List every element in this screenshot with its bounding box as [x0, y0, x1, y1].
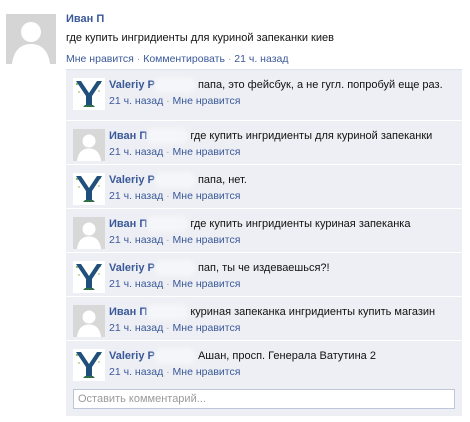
comment-like-link[interactable]: Мне нравится: [173, 366, 241, 378]
separator-dot: ·: [166, 322, 170, 334]
comment-text: пап, ты че издеваешься?!: [197, 262, 330, 274]
comment-text: где купить ингридиенты куриная запеканка: [190, 218, 411, 230]
comment-text: куриная запеканка ингридиенты купить маг…: [190, 306, 436, 318]
comment-author[interactable]: Valeriy P: [109, 350, 155, 362]
comment-author[interactable]: Valeriy P: [109, 174, 155, 186]
comment-avatar[interactable]: [73, 261, 105, 293]
comment-avatar[interactable]: [73, 129, 105, 161]
person-silhouette-icon: [73, 217, 105, 249]
tree-logo-icon: [73, 78, 105, 110]
separator-dot: ·: [166, 146, 170, 158]
comment-item: Valeriy P папа, это фейсбук, а не гугл. …: [66, 69, 462, 121]
tree-logo-icon: [73, 261, 105, 293]
comment-author[interactable]: Иван П: [109, 130, 147, 142]
comment-content: Иван П где купить ингридиенты куриная за…: [109, 217, 456, 231]
comment-item: Иван П где купить ингридиенты для курино…: [66, 121, 462, 165]
separator-dot: ·: [166, 366, 170, 378]
comment-timestamp[interactable]: 21 ч. назад: [109, 234, 163, 246]
comment-body: Иван П где купить ингридиенты куриная за…: [109, 217, 456, 246]
comment-content: Valeriy P Ашан, просп. Генерала Ватутина…: [109, 349, 456, 363]
post-meta: Мне нравится · Комментировать · 21 ч. на…: [66, 53, 288, 65]
comment-timestamp[interactable]: 21 ч. назад: [109, 322, 163, 334]
comment-timestamp[interactable]: 21 ч. назад: [109, 278, 163, 290]
comment-timestamp[interactable]: 21 ч. назад: [109, 366, 163, 378]
tree-logo-icon: [73, 173, 105, 205]
comment-avatar[interactable]: [73, 305, 105, 337]
comment-author[interactable]: Иван П: [109, 306, 147, 318]
comment-content: Valeriy P папа, нет.: [109, 173, 456, 187]
comment-meta: 21 ч. назад · Мне нравится: [109, 95, 456, 107]
separator-dot: ·: [227, 53, 232, 65]
comment-timestamp[interactable]: 21 ч. назад: [109, 146, 163, 158]
comment-input[interactable]: Оставить комментарий...: [73, 389, 455, 409]
tree-logo-icon: [73, 349, 105, 381]
comment-avatar[interactable]: [73, 217, 105, 249]
comment-content: Иван П где купить ингридиенты для курино…: [109, 129, 456, 143]
comment-author[interactable]: Valeriy P: [109, 79, 155, 91]
comment-body: Valeriy P папа, это фейсбук, а не гугл. …: [109, 78, 456, 107]
comment-meta: 21 ч. назад · Мне нравится: [109, 322, 456, 334]
comment-item: Valeriy P папа, нет. 21 ч. назад · Мне н…: [66, 165, 462, 209]
comment-like-link[interactable]: Мне нравится: [173, 234, 241, 246]
comment-content: Иван П куриная запеканка ингридиенты куп…: [109, 305, 456, 319]
redaction-blur: [156, 263, 193, 274]
post-timestamp[interactable]: 21 ч. назад: [234, 53, 288, 65]
post-author-name[interactable]: Иван П: [66, 13, 104, 25]
comment-author[interactable]: Valeriy P: [109, 262, 155, 274]
separator-dot: ·: [136, 53, 141, 65]
comment-avatar[interactable]: [73, 349, 105, 381]
redaction-blur: [156, 175, 193, 186]
comment-text: Ашан, просп. Генерала Ватутина 2: [197, 350, 376, 362]
comment-meta: 21 ч. назад · Мне нравится: [109, 278, 456, 290]
comment-meta: 21 ч. назад · Мне нравится: [109, 146, 456, 158]
post-comment-link[interactable]: Комментировать: [143, 53, 225, 65]
post-like-link[interactable]: Мне нравится: [66, 53, 134, 65]
person-silhouette-icon: [73, 305, 105, 337]
comment-like-link[interactable]: Мне нравится: [173, 190, 241, 202]
redaction-blur: [149, 307, 186, 318]
comment-avatar[interactable]: [73, 78, 105, 110]
comment-item: Valeriy P Ашан, просп. Генерала Ватутина…: [66, 341, 462, 385]
comment-like-link[interactable]: Мне нравится: [173, 278, 241, 290]
comment-body: Иван П куриная запеканка ингридиенты куп…: [109, 305, 456, 334]
reply-box: Оставить комментарий...: [66, 382, 462, 416]
post-author-avatar[interactable]: [6, 14, 56, 64]
comment-list: Valeriy P папа, это фейсбук, а не гугл. …: [66, 69, 462, 385]
comment-body: Valeriy P Ашан, просп. Генерала Ватутина…: [109, 349, 456, 378]
comment-body: Иван П где купить ингридиенты для курино…: [109, 129, 456, 158]
separator-dot: ·: [166, 95, 170, 107]
comment-text: папа, нет.: [197, 174, 247, 186]
redaction-blur: [156, 80, 193, 91]
comment-meta: 21 ч. назад · Мне нравится: [109, 366, 456, 378]
separator-dot: ·: [166, 234, 170, 246]
facebook-post: Иван П где купить ингридиенты для курино…: [0, 0, 470, 422]
comment-timestamp[interactable]: 21 ч. назад: [109, 95, 163, 107]
comment-author[interactable]: Иван П: [109, 218, 147, 230]
comment-text: папа, это фейсбук, а не гугл. попробуй е…: [197, 79, 443, 91]
comment-item: Иван П куриная запеканка ингридиенты куп…: [66, 297, 462, 341]
post-text: где купить ингридиенты для куриной запек…: [66, 32, 334, 44]
comment-item: Valeriy P пап, ты че издеваешься?! 21 ч.…: [66, 253, 462, 297]
comment-item: Иван П где купить ингридиенты куриная за…: [66, 209, 462, 253]
comment-content: Valeriy P пап, ты че издеваешься?!: [109, 261, 456, 275]
comment-body: Valeriy P папа, нет. 21 ч. назад · Мне н…: [109, 173, 456, 202]
comment-meta: 21 ч. назад · Мне нравится: [109, 190, 456, 202]
redaction-blur: [149, 219, 186, 230]
comment-like-link[interactable]: Мне нравится: [173, 322, 241, 334]
separator-dot: ·: [166, 190, 170, 202]
comment-like-link[interactable]: Мне нравится: [173, 146, 241, 158]
comment-avatar[interactable]: [73, 173, 105, 205]
person-silhouette-icon: [73, 129, 105, 161]
redaction-blur: [156, 351, 193, 362]
person-silhouette-icon: [6, 14, 56, 64]
comment-meta: 21 ч. назад · Мне нравится: [109, 234, 456, 246]
separator-dot: ·: [166, 278, 170, 290]
comment-body: Valeriy P пап, ты че издеваешься?! 21 ч.…: [109, 261, 456, 290]
redaction-blur: [149, 131, 186, 142]
comment-like-link[interactable]: Мне нравится: [173, 95, 241, 107]
comment-content: Valeriy P папа, это фейсбук, а не гугл. …: [109, 78, 456, 92]
comment-timestamp[interactable]: 21 ч. назад: [109, 190, 163, 202]
comment-text: где купить ингридиенты для куриной запек…: [190, 130, 433, 142]
